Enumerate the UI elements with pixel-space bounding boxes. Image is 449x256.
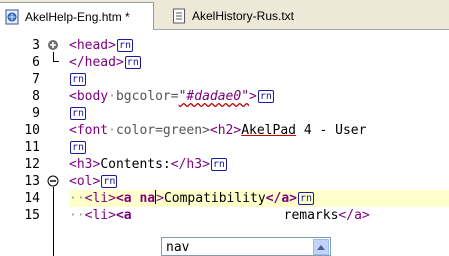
code-line: <font·color=green><h2>AkelPad 4 - User [69,123,367,138]
code-line: <body·bgcolor="#dadae0"> rn [69,89,274,104]
fold-expand-icon[interactable] [47,39,59,51]
line-number: 10 [24,123,40,138]
scroll-up-arrow-icon[interactable] [313,239,329,255]
line-number: 12 [24,157,40,172]
code-line: ··<li><a remarks</a> [69,208,370,223]
code-line: rn [70,141,87,154]
line-number: 15 [24,208,40,223]
code-line: rn [70,73,87,86]
tab-label: AkelHistory-Rus.txt [192,9,295,23]
fold-collapse-icon[interactable] [47,175,59,187]
code-line: <ol> rn [69,174,118,189]
autocomplete-popup[interactable]: nav [161,237,331,256]
code-editor[interactable]: <head> rn </head> rn rn <body·bgcolor="#da… [69,31,449,256]
tab-akelhistory-rus[interactable]: AkelHistory-Rus.txt [166,2,326,30]
line-number: 14 [24,191,40,206]
line-number: 7 [32,72,40,87]
tab-akelhelp-eng[interactable]: AkelHelp-Eng.htm * [0,2,154,30]
line-number: 13 [24,174,40,189]
line-number: 8 [32,89,40,104]
code-line: rn [70,107,87,120]
line-number: 9 [32,106,40,121]
tab-bar: AkelHelp-Eng.htm * AkelHistory-Rus.txt [0,0,449,30]
html-document-icon [5,9,19,24]
text-document-icon [173,8,185,24]
line-number: 11 [24,140,40,155]
current-code-line: ··<li><a na>Compatibility</a> rn [69,190,449,207]
fold-line-end [53,61,59,62]
autocomplete-item[interactable]: nav [166,239,189,256]
tab-label: AkelHelp-Eng.htm * [25,9,130,24]
fold-line [53,187,54,256]
line-number: 6 [32,55,40,70]
code-line: <h3>Contents:</h3> rn [69,157,227,172]
line-number: 3 [32,38,40,53]
code-line: <head> rn [69,38,134,53]
code-line: </head> rn [69,55,141,70]
line-number-gutter[interactable]: 3 6 7 8 9 10 11 12 13 14 15 [0,31,68,256]
